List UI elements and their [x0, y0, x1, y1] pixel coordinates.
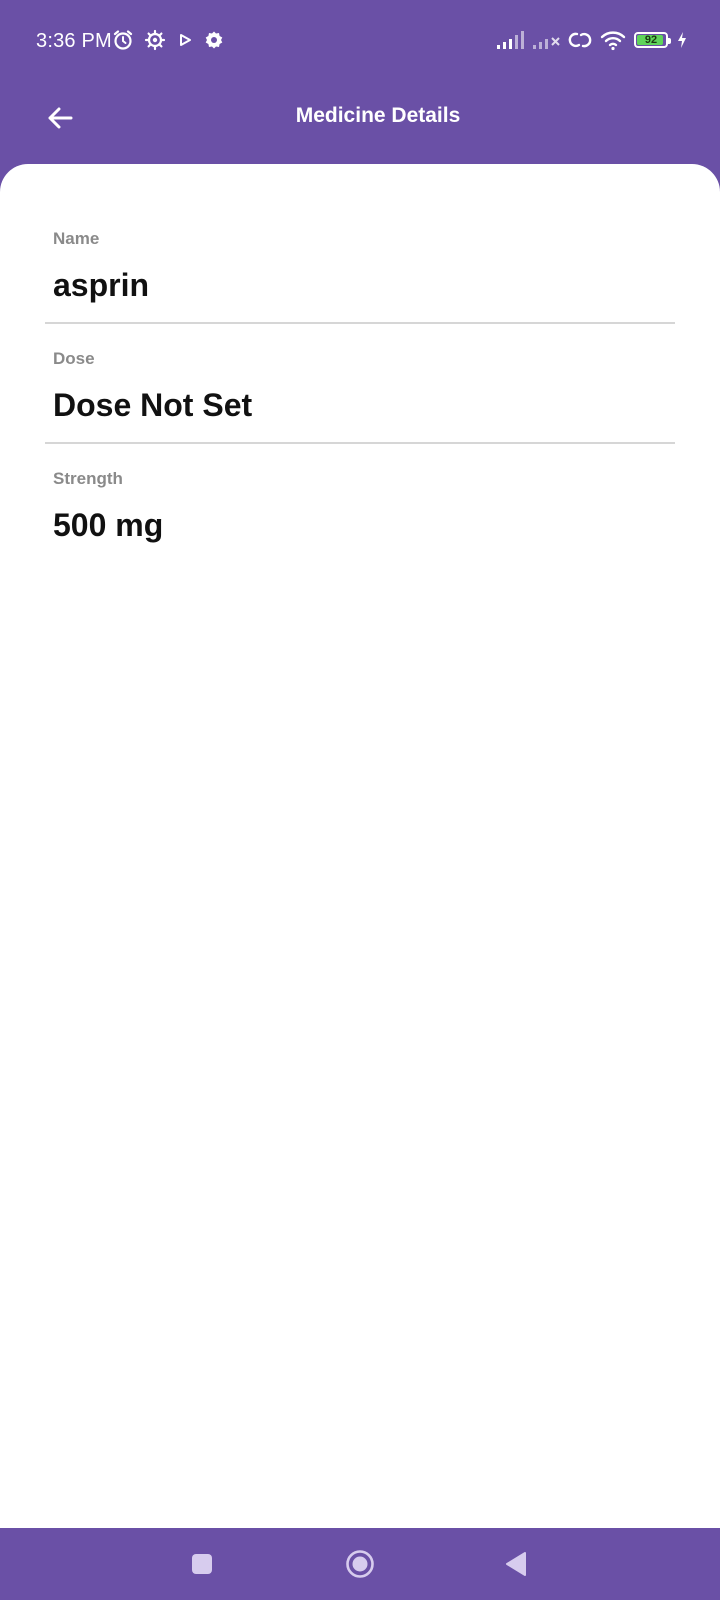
link-icon — [568, 30, 592, 50]
settings-gear-icon — [144, 29, 166, 51]
page-title: Medicine Details — [295, 104, 461, 127]
status-time: 3:36 PM — [36, 30, 112, 52]
battery-percent: 92 — [644, 34, 658, 46]
name-value: asprin — [53, 267, 150, 303]
charging-icon — [676, 31, 688, 49]
home-button[interactable] — [344, 1548, 376, 1580]
dose-value: Dose Not Set — [53, 387, 253, 423]
alarm-icon — [112, 29, 134, 51]
play-icon — [176, 31, 194, 49]
gear-icon — [204, 30, 224, 50]
home-circle-icon — [345, 1549, 375, 1579]
name-label: Name — [53, 229, 100, 248]
status-left-icons — [112, 27, 224, 53]
dose-label: Dose — [53, 349, 95, 368]
battery-icon: 92 — [634, 32, 671, 48]
details-sheet: Name asprin Dose Dose Not Set Strength 5… — [0, 164, 720, 1528]
signal-no-service-icon — [532, 30, 560, 50]
recents-button[interactable] — [186, 1548, 218, 1580]
divider — [45, 442, 675, 444]
strength-value: 500 mg — [53, 507, 164, 543]
divider — [45, 322, 675, 324]
recents-square-icon — [191, 1553, 213, 1575]
back-triangle-icon — [504, 1551, 528, 1577]
wifi-icon — [600, 29, 626, 51]
app-bar: Medicine Details — [0, 80, 720, 164]
status-bar: 3:36 PM 92 — [0, 0, 720, 80]
back-nav-button[interactable] — [500, 1548, 532, 1580]
system-nav-bar — [0, 1528, 720, 1600]
strength-label: Strength — [53, 469, 123, 488]
status-right-icons: 92 — [496, 26, 688, 54]
signal-icon — [496, 30, 524, 50]
